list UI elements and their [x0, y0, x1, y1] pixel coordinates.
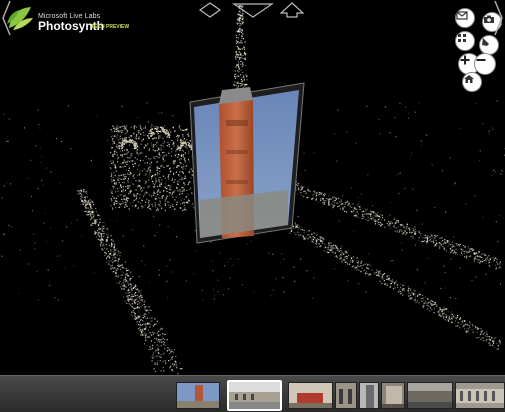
- grid-view-icon: [458, 34, 466, 42]
- thumb-piazza-wide[interactable]: [227, 380, 282, 411]
- synth-viewport[interactable]: Microsoft Live Labs Photosynth TECH PREV…: [0, 0, 505, 375]
- photo-card[interactable]: [189, 82, 305, 244]
- brand-tag: TECH PREVIEW: [91, 24, 130, 30]
- thumb-square-people[interactable]: [407, 382, 453, 409]
- previous-photo-arrow[interactable]: [1, 0, 11, 36]
- thumb-tower-close[interactable]: [359, 382, 379, 409]
- photosynth-logo: Microsoft Live Labs Photosynth TECH PREV…: [5, 4, 135, 34]
- next-photo-arrow[interactable]: [494, 0, 504, 36]
- grid-view-button[interactable]: [455, 31, 475, 51]
- move-up-arrow[interactable]: [279, 0, 305, 20]
- feedback-button[interactable]: [479, 35, 499, 55]
- rotate-left-arrow[interactable]: [198, 0, 222, 20]
- feedback-icon: [482, 38, 489, 46]
- thumb-arcade[interactable]: [335, 382, 357, 409]
- thumb-colonnade[interactable]: [455, 382, 505, 409]
- mail-button[interactable]: [455, 8, 475, 28]
- home-icon: [464, 75, 474, 83]
- zoom-out-button[interactable]: [474, 53, 496, 75]
- zoom-out-icon: [476, 59, 486, 61]
- mail-icon: [456, 11, 468, 20]
- thumb-procuratie[interactable]: [381, 382, 405, 409]
- thumb-campanile[interactable]: [176, 382, 220, 409]
- thumb-basilica-facade[interactable]: [288, 382, 333, 409]
- zoom-in-icon: [460, 55, 470, 65]
- move-down-arrow[interactable]: [232, 0, 274, 20]
- home-button[interactable]: [462, 72, 482, 92]
- point-cloud: [1, 5, 505, 375]
- thumbnail-strip[interactable]: [0, 375, 505, 412]
